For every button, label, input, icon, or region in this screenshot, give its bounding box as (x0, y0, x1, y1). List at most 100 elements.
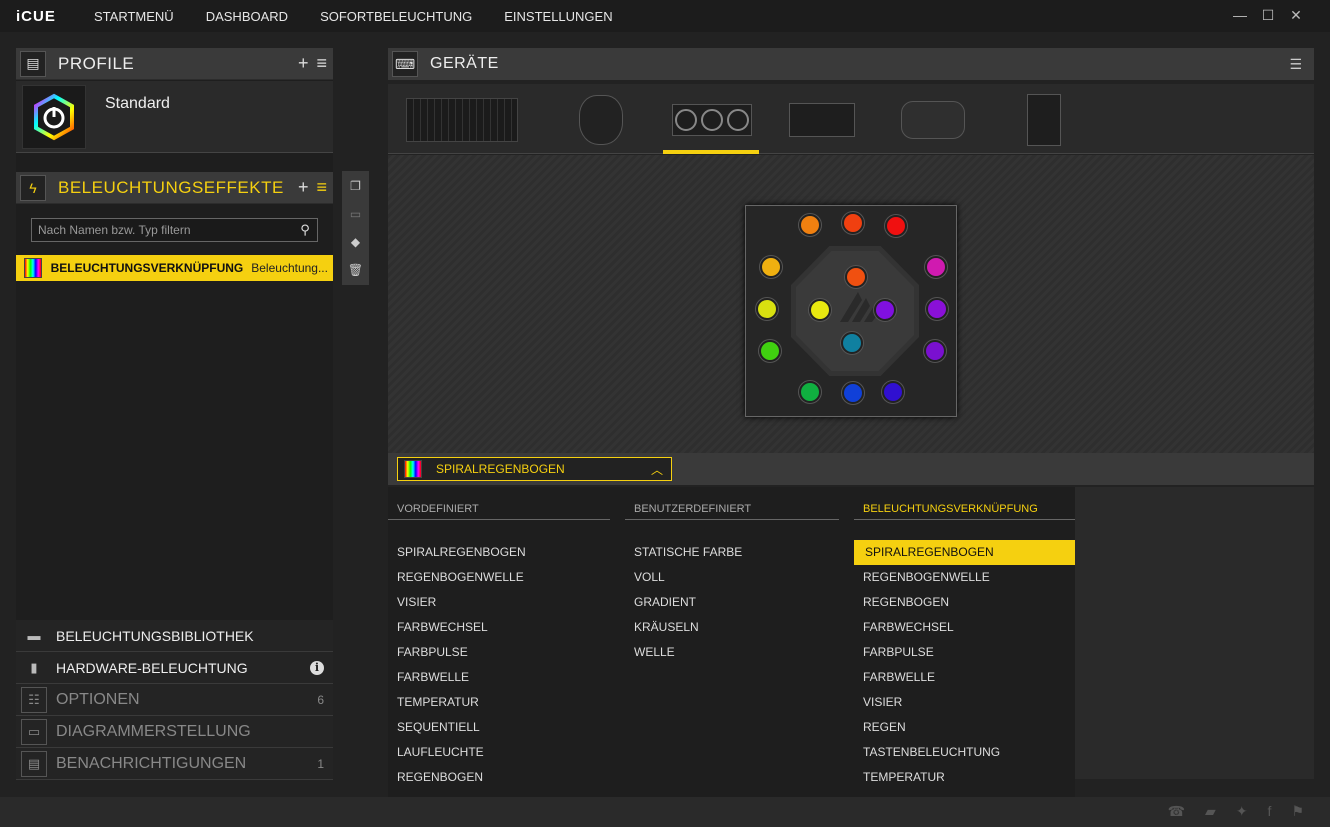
profiles-title: PROFILE (58, 53, 135, 73)
led-zone[interactable] (756, 298, 778, 320)
hardware-lighting-row[interactable]: ▮ HARDWARE-BELEUCHTUNG i (16, 652, 333, 684)
top-nav-bar: iCUE STARTMENÜ DASHBOARD SOFORTBELEUCHTU… (0, 0, 1330, 32)
nav-startmenu[interactable]: STARTMENÜ (94, 9, 174, 24)
trash-icon[interactable]: 🗑 (348, 261, 363, 279)
led-zone[interactable] (874, 299, 896, 321)
device-cooler[interactable] (671, 92, 753, 148)
corsair-icon[interactable]: ⚑ (1291, 803, 1304, 820)
add-profile-icon[interactable]: + (298, 54, 309, 72)
effect-option-link[interactable]: SPIRALREGENBOGEN (854, 540, 1075, 565)
nav-einstellungen[interactable]: EINSTELLUNGEN (504, 9, 612, 24)
effect-option-link[interactable]: REGENBOGEN (854, 590, 1075, 615)
folder-add-icon[interactable]: ▭ (350, 205, 361, 223)
led-zone[interactable] (885, 215, 907, 237)
copy-icon[interactable]: ❐ (350, 177, 361, 195)
effect-option-predefined[interactable]: SEQUENTIELL (388, 715, 610, 740)
lighting-library-label: BELEUCHTUNGSBIBLIOTHEK (56, 627, 254, 644)
corsair-logo-icon (840, 292, 878, 322)
diagram-label: DIAGRAMMERSTELLUNG (56, 722, 251, 740)
facebook-icon[interactable]: f (1268, 803, 1272, 820)
effect-option-predefined[interactable]: FARBWELLE (388, 665, 610, 690)
notifications-row[interactable]: ▤ BENACHRICHTIGUNGEN 1 (16, 748, 333, 780)
led-zone[interactable] (799, 381, 821, 403)
effect-list-item[interactable]: BELEUCHTUNGSVERKNÜPFUNG Beleuchtung... (16, 255, 333, 281)
effect-filter-input[interactable] (32, 219, 293, 241)
keyboard-icon: ⌨ (392, 51, 418, 77)
effects-header: ϟ BELEUCHTUNGSEFFEKTE + ≡ (16, 172, 333, 204)
hardware-lighting-label: HARDWARE-BELEUCHTUNG (56, 659, 248, 676)
effect-option-link[interactable]: TASTENBELEUCHTUNG (854, 740, 1075, 765)
device-strip (388, 84, 1314, 154)
device-preview (388, 155, 1314, 453)
devices-menu-icon[interactable]: ☰ (1289, 56, 1302, 73)
twitter-icon[interactable]: ✦ (1236, 803, 1248, 820)
effect-option-predefined[interactable]: SPIRALREGENBOGEN (388, 540, 610, 565)
device-hub[interactable] (788, 92, 856, 148)
minimize-icon[interactable]: — (1232, 7, 1248, 23)
add-effect-icon[interactable]: + (298, 178, 309, 196)
mousepad-device-icon (901, 101, 965, 139)
effect-option-predefined[interactable]: FARBPULSE (388, 640, 610, 665)
nav-dashboard[interactable]: DASHBOARD (206, 9, 288, 24)
rainbow-swatch-icon (404, 460, 422, 478)
search-icon[interactable]: ⚲ (293, 222, 317, 238)
effect-option-custom[interactable]: VOLL (625, 565, 839, 590)
effect-option-link[interactable]: REGEN (854, 715, 1075, 740)
nav-sofortbeleuchtung[interactable]: SOFORTBELEUCHTUNG (320, 9, 472, 24)
led-zone[interactable] (882, 381, 904, 403)
led-zone[interactable] (926, 298, 948, 320)
folder-icon: ▬ (27, 628, 41, 643)
diagram-row[interactable]: ▭ DIAGRAMMERSTELLUNG (16, 716, 333, 748)
led-zone[interactable] (809, 299, 831, 321)
led-zone[interactable] (924, 340, 946, 362)
effect-option-link[interactable]: FARBPULSE (854, 640, 1075, 665)
profile-menu-icon[interactable]: ≡ (316, 54, 327, 72)
led-zone[interactable] (845, 266, 867, 288)
led-zone[interactable] (760, 256, 782, 278)
cooler-device-icon (672, 104, 752, 136)
device-keyboard[interactable] (405, 92, 519, 148)
effect-option-custom[interactable]: KRÄUSELN (625, 615, 839, 640)
effect-settings-area (1075, 487, 1314, 779)
effect-option-predefined[interactable]: REGENBOGEN (388, 765, 610, 790)
effect-option-custom[interactable]: STATISCHE FARBE (625, 540, 839, 565)
effect-option-custom[interactable]: GRADIENT (625, 590, 839, 615)
effect-option-link[interactable]: VISIER (854, 690, 1075, 715)
device-mousepad[interactable] (900, 92, 966, 148)
devices-header: ⌨ GERÄTE ☰ (388, 48, 1314, 80)
effect-option-predefined[interactable]: TEMPERATUR (388, 690, 610, 715)
effect-option-predefined[interactable]: REGENBOGENWELLE (388, 565, 610, 590)
effect-option-link[interactable]: FARBWECHSEL (854, 615, 1075, 640)
effects-menu-icon[interactable]: ≡ (316, 178, 327, 196)
effect-option-predefined[interactable]: FARBWECHSEL (388, 615, 610, 640)
lighting-library-row[interactable]: ▬ BELEUCHTUNGSBIBLIOTHEK (16, 620, 333, 652)
led-zone[interactable] (842, 212, 864, 234)
device-mouse[interactable] (576, 92, 626, 148)
options-row[interactable]: ☷ OPTIONEN 6 (16, 684, 333, 716)
support-icon[interactable]: ☎ (1168, 803, 1185, 820)
led-zone[interactable] (925, 256, 947, 278)
forum-icon[interactable]: ▰ (1205, 803, 1216, 820)
led-zone[interactable] (799, 214, 821, 236)
led-zone[interactable] (841, 332, 863, 354)
maximize-icon[interactable]: ☐ (1260, 7, 1276, 23)
effect-option-link[interactable]: REGENBOGENWELLE (854, 565, 1075, 590)
custom-column: BENUTZERDEFINIERT STATISCHE FARBE VOLL GRA… (625, 501, 839, 665)
info-icon[interactable]: i (310, 660, 324, 675)
effect-option-predefined[interactable]: VISIER (388, 590, 610, 615)
move-icon[interactable]: ◆ (351, 233, 360, 251)
predefined-header: VORDEFINIERT (388, 501, 610, 520)
device-headset-stand[interactable] (1026, 92, 1062, 148)
effect-option-link[interactable]: TEMPERATUR (854, 765, 1075, 790)
effect-selector-bar: SPIRALREGENBOGEN ︿ (388, 453, 1314, 485)
led-zone[interactable] (842, 382, 864, 404)
effect-option-custom[interactable]: WELLE (625, 640, 839, 665)
effect-option-predefined[interactable]: LAUFLEUCHTE (388, 740, 610, 765)
close-icon[interactable]: ✕ (1288, 7, 1304, 23)
options-label: OPTIONEN (56, 690, 140, 708)
effect-type-dropdown[interactable]: SPIRALREGENBOGEN ︿ (397, 457, 672, 481)
profile-logo-icon (22, 85, 86, 149)
profile-item[interactable]: Standard (16, 81, 333, 153)
effect-option-link[interactable]: FARBWELLE (854, 665, 1075, 690)
led-zone[interactable] (759, 340, 781, 362)
